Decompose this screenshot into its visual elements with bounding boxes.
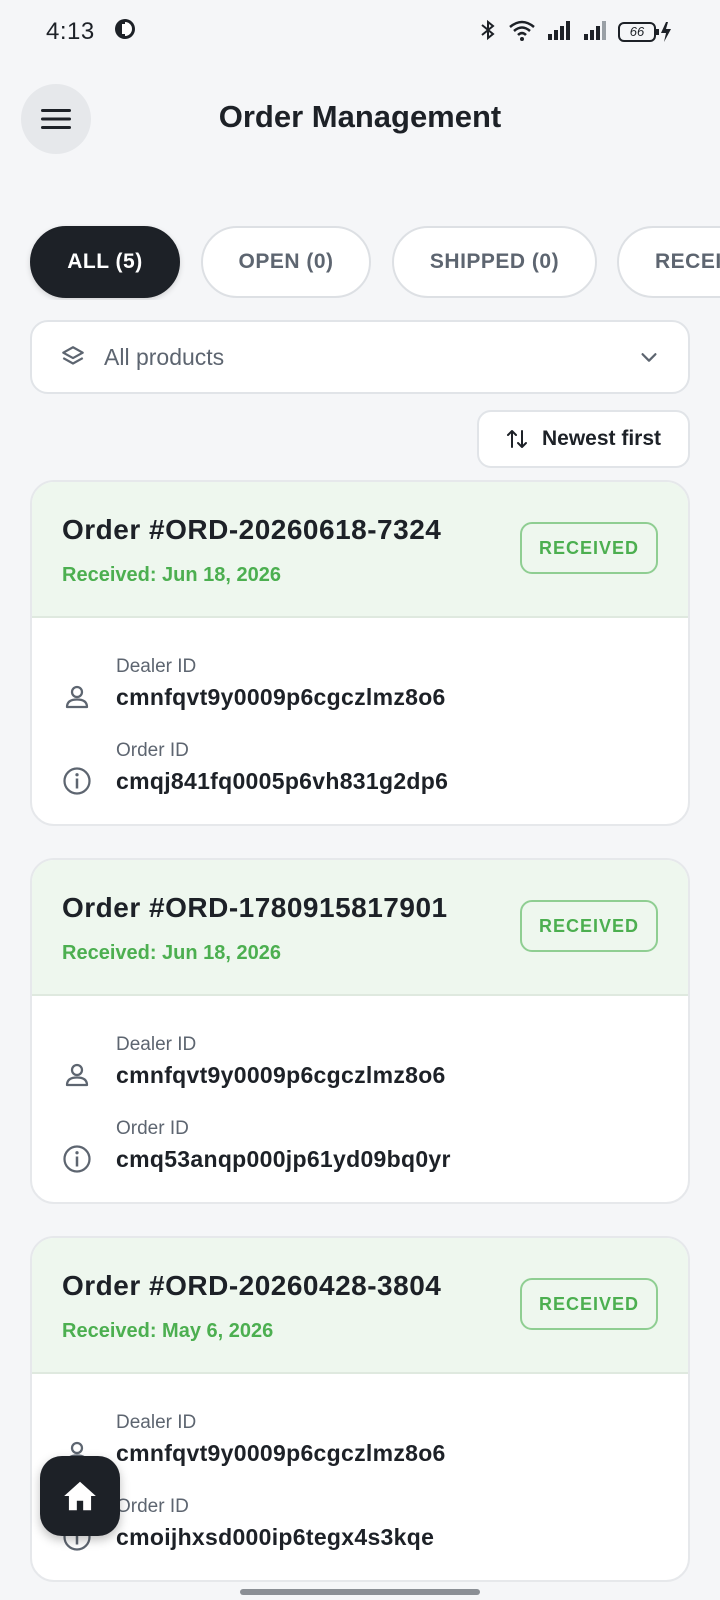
product-filter-label: All products xyxy=(104,343,225,370)
dealer-id-label: Dealer ID xyxy=(116,1412,197,1433)
sort-button[interactable]: Newest first xyxy=(477,410,690,468)
order-title: Order #ORD-20260428-3804 xyxy=(62,1270,442,1301)
gesture-home-indicator[interactable] xyxy=(240,1589,480,1595)
order-date: Received: Jun 18, 2026 xyxy=(62,942,282,964)
order-id-row: Order ID cmoijhxsd000ip6tegx4s3kqe xyxy=(32,1496,688,1566)
order-card[interactable]: Order #ORD-20260618-7324 Received: Jun 1… xyxy=(30,480,690,826)
dealer-id-label: Dealer ID xyxy=(116,1034,197,1055)
order-id-label: Order ID xyxy=(116,1118,189,1139)
home-button[interactable] xyxy=(40,1456,120,1536)
order-id-value: cmq53anqp000jp61yd09bq0yr xyxy=(116,1146,451,1172)
dealer-id-label: Dealer ID xyxy=(116,656,197,677)
order-date: Received: May 6, 2026 xyxy=(62,1320,274,1342)
status-badge: RECEIVED xyxy=(520,1278,658,1330)
signal-icon-1 xyxy=(546,18,572,47)
person-icon xyxy=(65,685,89,709)
order-card-header: Order #ORD-20260428-3804 Received: May 6… xyxy=(32,1238,688,1374)
page-title: Order Management xyxy=(218,99,502,134)
dealer-id-value: cmnfqvt9y0009p6cgczlmz8o6 xyxy=(116,1062,446,1088)
person-icon xyxy=(65,1063,89,1087)
order-title: Order #ORD-20260618-7324 xyxy=(62,514,442,545)
order-id-value: cmoijhxsd000ip6tegx4s3kqe xyxy=(116,1524,435,1550)
layers-icon xyxy=(62,346,84,365)
product-filter-dropdown[interactable]: All products xyxy=(30,320,690,394)
dealer-id-row: Dealer ID cmnfqvt9y0009p6cgczlmz8o6 xyxy=(32,1034,688,1104)
chevron-down-icon xyxy=(641,353,657,362)
app-header: Order Management xyxy=(0,84,720,156)
order-title: Order #ORD-1780915817901 xyxy=(62,892,448,923)
dealer-id-row: Dealer ID cmnfqvt9y0009p6cgczlmz8o6 xyxy=(32,1412,688,1482)
order-id-row: Order ID cmq53anqp000jp61yd09bq0yr xyxy=(32,1118,688,1188)
sort-arrows-icon xyxy=(506,430,527,448)
status-time: 4:13 xyxy=(46,18,95,45)
order-id-value: cmqj841fq0005p6vh831g2dp6 xyxy=(116,768,449,794)
status-badge: RECEIVED xyxy=(520,900,658,952)
order-id-label: Order ID xyxy=(116,1496,189,1517)
tab-open[interactable]: OPEN (0) xyxy=(201,226,371,298)
dealer-id-row: Dealer ID cmnfqvt9y0009p6cgczlmz8o6 xyxy=(32,656,688,726)
order-id-label: Order ID xyxy=(116,740,189,761)
signal-icon-2 xyxy=(582,18,608,47)
battery-level: 66 xyxy=(629,24,645,39)
order-id-row: Order ID cmqj841fq0005p6vh831g2dp6 xyxy=(32,740,688,810)
dealer-id-value: cmnfqvt9y0009p6cgczlmz8o6 xyxy=(116,684,446,710)
home-icon xyxy=(64,1481,96,1511)
order-date: Received: Jun 18, 2026 xyxy=(62,564,282,586)
sort-label: Newest first xyxy=(541,427,662,450)
tab-shipped[interactable]: SHIPPED (0) xyxy=(392,226,597,298)
tab-all[interactable]: ALL (5) xyxy=(30,226,180,298)
battery-icon: 66 xyxy=(618,20,674,44)
dealer-id-value: cmnfqvt9y0009p6cgczlmz8o6 xyxy=(116,1440,446,1466)
order-card[interactable]: Order #ORD-1780915817901 Received: Jun 1… xyxy=(30,858,690,1204)
status-bar: 4:13 66 xyxy=(0,0,720,64)
status-badge: RECEIVED xyxy=(520,522,658,574)
tab-received[interactable]: RECEIVED xyxy=(617,226,720,298)
order-card[interactable]: Order #ORD-20260428-3804 Received: May 6… xyxy=(30,1236,690,1582)
app-notification-icon xyxy=(113,17,137,48)
order-card-header: Order #ORD-1780915817901 Received: Jun 1… xyxy=(32,860,688,996)
info-icon xyxy=(63,767,91,795)
order-management-screen: 4:13 66 Order Management ALL (5) OPEN (0… xyxy=(0,0,720,1600)
bluetooth-icon xyxy=(478,18,498,47)
status-tabs: ALL (5) OPEN (0) SHIPPED (0) RECEIVED xyxy=(0,224,720,300)
info-icon xyxy=(63,1145,91,1173)
wifi-icon xyxy=(508,18,536,47)
order-card-header: Order #ORD-20260618-7324 Received: Jun 1… xyxy=(32,482,688,618)
